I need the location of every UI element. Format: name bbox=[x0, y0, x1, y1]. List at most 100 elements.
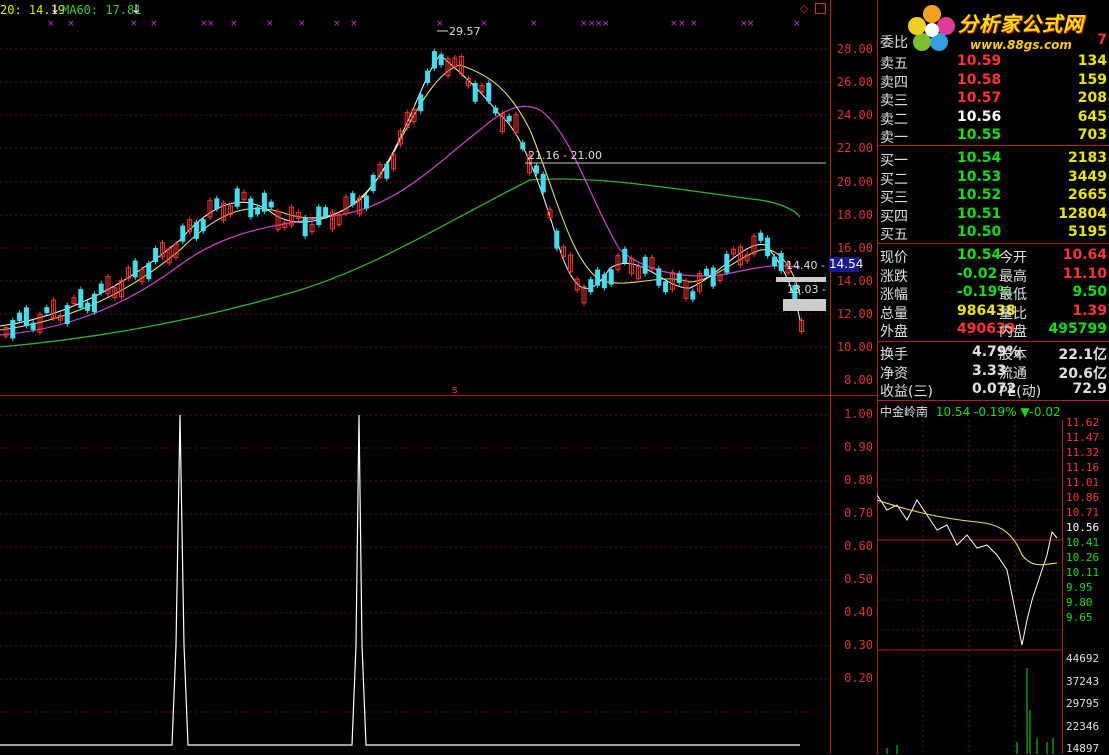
stat-row: 涨幅 -0.19% 最低 9.50 bbox=[877, 284, 1109, 303]
ask-volume: 208 bbox=[1077, 90, 1107, 106]
candle bbox=[363, 195, 369, 209]
stat-row: 外盘 490639 内盘 495799 bbox=[877, 321, 1109, 340]
logo-title: 分析家公式网 bbox=[958, 12, 1084, 36]
candle bbox=[91, 293, 97, 313]
stat-value: -0.02 bbox=[957, 265, 998, 282]
window-toggle-icon[interactable] bbox=[815, 3, 826, 14]
candle bbox=[85, 302, 91, 311]
candle bbox=[595, 269, 601, 286]
ask-volume: 159 bbox=[1077, 71, 1107, 88]
indicator-chart[interactable] bbox=[0, 395, 830, 754]
svg-text:×: × bbox=[230, 19, 238, 29]
bid-label: 买一 bbox=[880, 153, 908, 169]
mini-volume-tick: 22346 bbox=[1066, 719, 1100, 733]
svg-text:×: × bbox=[670, 19, 678, 29]
mini-price-tick: 10.41 bbox=[1066, 536, 1100, 549]
stat-label: 最高 bbox=[999, 268, 1027, 285]
candle bbox=[248, 198, 254, 218]
stat-value: 9.50 bbox=[1072, 284, 1107, 300]
kline-chart[interactable]: × × × × × × × × × × × × × × × × × × × × × × × × 29.57 21… bbox=[0, 0, 830, 395]
bid-label: 买二 bbox=[880, 171, 908, 188]
mini-price-tick: 11.47 bbox=[1066, 431, 1100, 444]
bid-row: 买五 10.50 5195 bbox=[877, 224, 1109, 243]
intraday-chart[interactable] bbox=[877, 420, 1062, 754]
bid-price: 10.53 bbox=[957, 168, 1002, 185]
svg-text:×: × bbox=[207, 19, 215, 29]
bid-price: 10.50 bbox=[957, 224, 1002, 240]
stat-row: 现价 10.54 今开 10.64 bbox=[877, 247, 1109, 266]
svg-text:×: × bbox=[436, 19, 444, 29]
candle bbox=[533, 165, 539, 174]
stat-label: 现价 bbox=[880, 250, 908, 266]
candle bbox=[540, 173, 546, 193]
candle bbox=[153, 247, 159, 263]
mini-price-tick: 11.32 bbox=[1066, 446, 1100, 459]
low-label: 13.03 - bbox=[787, 283, 826, 296]
down-arrow-icon: ↓ bbox=[50, 2, 61, 16]
bid-volume: 5195 bbox=[1068, 224, 1107, 240]
mini-price: 10.54 bbox=[935, 405, 971, 419]
ask-row: 卖三 10.57 208 bbox=[877, 90, 1109, 109]
candle bbox=[10, 320, 16, 339]
ask-row: 卖一 10.55 703 bbox=[877, 127, 1109, 146]
stat-label: 最低 bbox=[999, 287, 1027, 303]
mini-header: 中金岭南 10.54 -0.19% ▼-0.02 bbox=[880, 403, 1061, 420]
svg-text:×: × bbox=[350, 19, 358, 29]
candle bbox=[17, 312, 23, 321]
svg-text:×: × bbox=[298, 19, 306, 29]
candle bbox=[370, 174, 376, 192]
candle bbox=[323, 207, 329, 217]
svg-text:×: × bbox=[47, 19, 55, 29]
stat-row: 涨跌 -0.02 最高 11.10 bbox=[877, 265, 1109, 285]
ask-row: 卖四 10.58 159 bbox=[877, 71, 1109, 91]
ask-label: 卖一 bbox=[880, 130, 908, 146]
bid-label: 买五 bbox=[880, 227, 908, 243]
mini-price-tick: 9.65 bbox=[1066, 611, 1093, 624]
svg-text:×: × bbox=[678, 19, 686, 29]
stat-value: 11.10 bbox=[1062, 265, 1107, 282]
svg-text:×: × bbox=[580, 19, 588, 29]
stat-value: 495799 bbox=[1048, 321, 1107, 337]
bid-label: 买三 bbox=[880, 190, 908, 206]
current-price-tag: 14.54 bbox=[829, 257, 864, 272]
candle bbox=[690, 291, 696, 300]
down-arrow-icon: ↓ bbox=[131, 2, 142, 16]
svg-text:×: × bbox=[67, 19, 75, 29]
bid-row: 买二 10.53 3449 bbox=[877, 168, 1109, 188]
ask-row: 卖二 10.56 645 bbox=[877, 109, 1109, 128]
fin-value: 72.9 bbox=[1072, 381, 1107, 397]
stat-value: 1.39 bbox=[1072, 302, 1107, 319]
svg-text:×: × bbox=[333, 19, 341, 29]
diamond-icon[interactable]: ◇ bbox=[800, 2, 808, 15]
bid-row: 买一 10.54 2183 bbox=[877, 150, 1109, 169]
svg-text:×: × bbox=[130, 19, 138, 29]
svg-text:×: × bbox=[266, 19, 274, 29]
candle bbox=[268, 201, 274, 208]
peak-label: 29.57 bbox=[449, 25, 481, 38]
bid-row: 买三 10.52 2665 bbox=[877, 187, 1109, 206]
ask-price: 10.57 bbox=[957, 90, 1002, 106]
candle bbox=[506, 115, 512, 122]
candle bbox=[200, 219, 206, 232]
bid-volume: 2183 bbox=[1068, 150, 1107, 166]
candle bbox=[758, 232, 764, 241]
candle bbox=[472, 82, 478, 102]
candle bbox=[676, 273, 682, 283]
bid-row: 买四 10.51 12804 bbox=[877, 206, 1109, 225]
candle bbox=[608, 269, 614, 285]
fin-label: 股本 bbox=[999, 347, 1027, 363]
mini-price-tick: 11.16 bbox=[1066, 461, 1100, 474]
stat-label: 今开 bbox=[999, 250, 1027, 266]
stat-label: 外盘 bbox=[880, 324, 908, 340]
mini-price-tick: 10.86 bbox=[1066, 491, 1100, 504]
candle bbox=[656, 268, 662, 286]
ask-price: 10.58 bbox=[957, 71, 1002, 88]
candle bbox=[724, 253, 730, 273]
candle bbox=[255, 207, 261, 215]
candle bbox=[98, 283, 104, 294]
candle bbox=[771, 256, 777, 267]
candle bbox=[765, 237, 771, 257]
fin-value: 22.1亿 bbox=[1058, 347, 1107, 363]
site-logo: 分析家公式网 www.88gs.com bbox=[906, 2, 1109, 58]
low-dot: - bbox=[583, 280, 587, 293]
